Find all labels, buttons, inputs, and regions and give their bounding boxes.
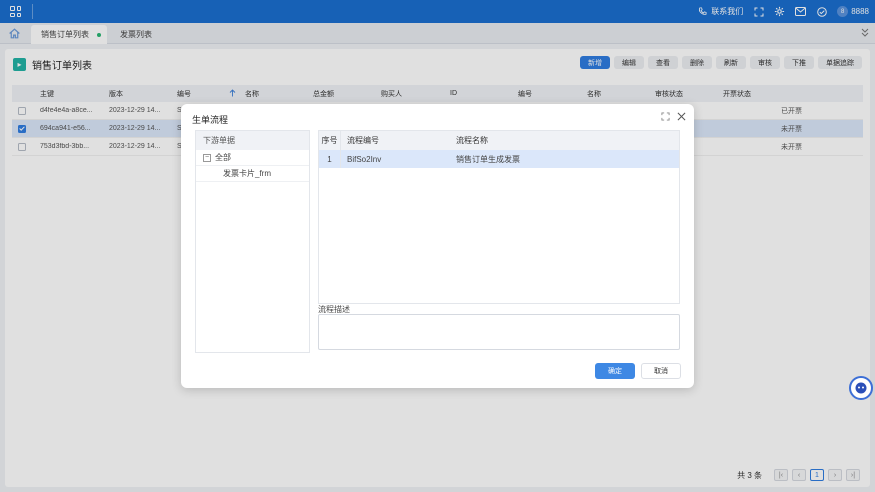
col-header: 流程名称 [456,136,488,145]
dialog-title: 生单流程 [192,115,229,125]
col-header: 序号 [319,131,341,150]
grid-header: 序号 流程编号 流程名称 [319,131,679,150]
description-textarea[interactable] [318,314,680,350]
process-grid: 序号 流程编号 流程名称 1 BifSo2Inv 销售订单生成发票 [318,130,680,304]
cell-process-name: 销售订单生成发票 [456,154,520,164]
assistant-icon[interactable] [849,376,873,400]
downstream-docs-panel: 下游单据 − 全部 发票卡片_frm [195,130,310,353]
confirm-button[interactable]: 确定 [595,363,635,379]
panel-header: 下游单据 [196,131,309,150]
cancel-button[interactable]: 取消 [641,363,681,379]
generate-order-dialog: 生单流程 下游单据 − 全部 发票卡片_frm 序号 流程编号 流程名称 1 B… [181,104,694,388]
grid-row[interactable]: 1 BifSo2Inv 销售订单生成发票 [319,150,679,168]
dialog-footer: 确定 取消 [595,363,681,379]
collapse-toggle-icon[interactable]: − [203,153,211,162]
tree-node-all[interactable]: − 全部 [196,150,309,166]
dialog-tools [660,111,686,121]
tree-node-label: 发票卡片_frm [223,169,271,178]
maximize-icon[interactable] [660,111,670,121]
tree-node-invoice-card[interactable]: 发票卡片_frm [196,166,309,182]
close-icon[interactable] [676,111,686,121]
tree-node-label: 全部 [215,153,231,162]
cell-seq: 1 [319,150,341,168]
cell-process-code: BifSo2Inv [347,154,382,164]
col-header: 流程编号 [347,136,379,145]
